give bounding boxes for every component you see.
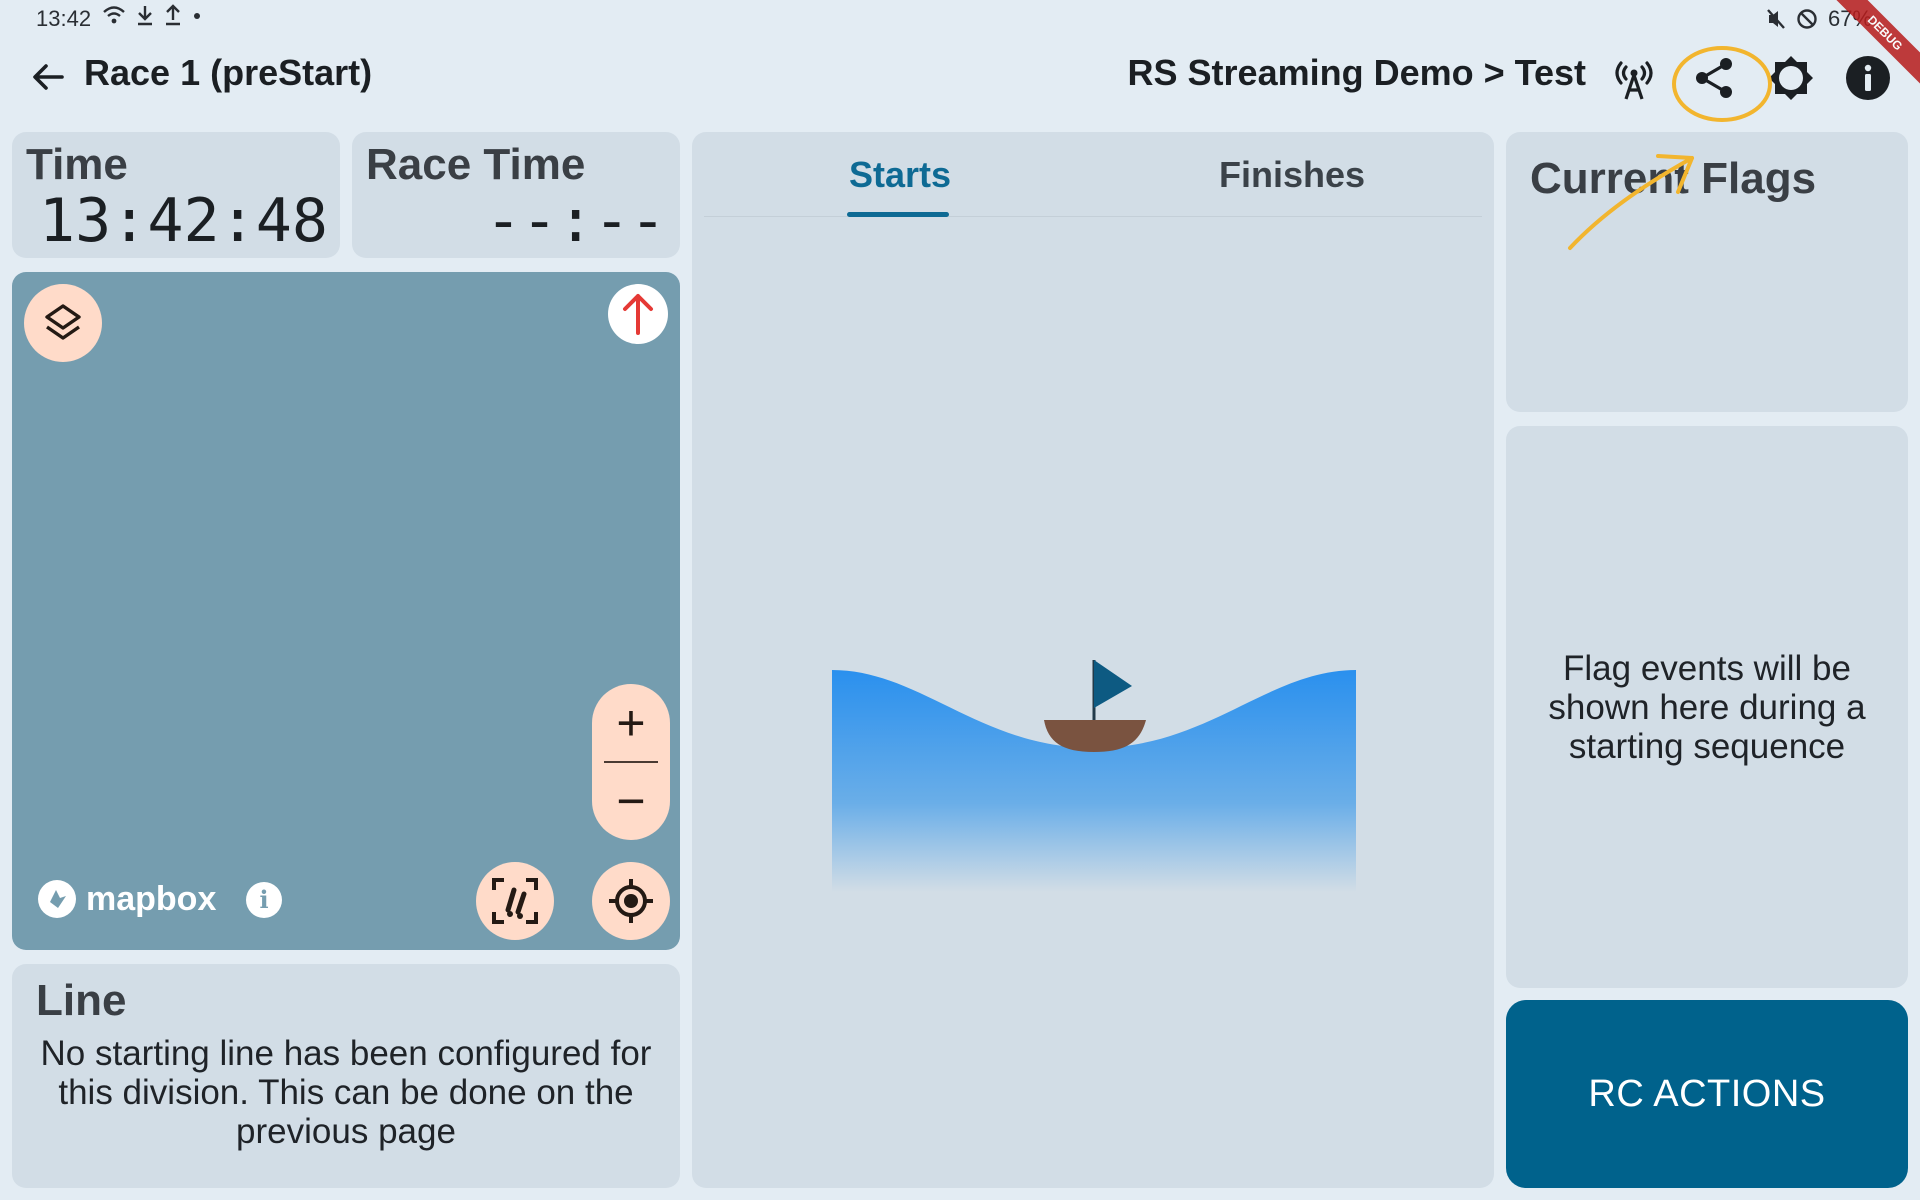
info-icon	[1846, 56, 1890, 100]
tab-divider	[704, 216, 1482, 217]
compass-button[interactable]	[608, 284, 668, 344]
minus-icon: −	[616, 773, 646, 829]
time-card: Time 13:42:48	[12, 132, 340, 258]
do-not-disturb-icon	[1797, 9, 1817, 29]
mapbox-logo: mapbox	[36, 878, 216, 920]
zoom-control: + −	[592, 684, 670, 840]
my-location-button[interactable]	[592, 862, 670, 940]
wifi-icon	[103, 6, 125, 24]
dot-icon	[194, 13, 200, 19]
page-title: Race 1 (preStart)	[84, 52, 373, 93]
download-icon	[138, 6, 152, 26]
map-layers-button[interactable]	[24, 284, 102, 362]
rc-actions-button[interactable]: RC ACTIONS	[1506, 1000, 1908, 1188]
active-tab-indicator	[847, 212, 949, 217]
share-highlight-annotation	[1672, 46, 1772, 122]
tab-finishes[interactable]: Finishes	[1219, 154, 1365, 196]
arrow-annotation	[1568, 154, 1694, 250]
app-bar: Race 1 (preStart) RS Streaming Demo > Te…	[0, 36, 1920, 120]
line-title: Line	[36, 976, 127, 1025]
zoom-out-button[interactable]: −	[592, 762, 670, 840]
race-time-label: Race Time	[366, 140, 586, 189]
mapbox-logo-icon	[38, 880, 76, 918]
my-location-icon	[609, 879, 653, 923]
back-button[interactable]	[28, 56, 70, 98]
gear-icon	[1769, 56, 1813, 100]
current-time: 13:42:48	[39, 186, 328, 256]
streaming-button[interactable]	[1606, 50, 1662, 106]
tab-starts[interactable]: Starts	[849, 154, 951, 196]
fit-boats-icon	[492, 878, 538, 924]
line-message: No starting line has been configured for…	[40, 1034, 652, 1151]
upload-icon	[166, 4, 180, 26]
time-label: Time	[26, 140, 128, 189]
layers-icon	[45, 304, 81, 340]
zoom-in-button[interactable]: +	[592, 684, 670, 762]
line-card: Line No starting line has been configure…	[12, 964, 680, 1188]
status-icons-left	[102, 4, 202, 26]
north-arrow-icon	[623, 294, 653, 335]
current-flags-card: Current Flags	[1506, 132, 1908, 412]
status-bar: 13:42 67%	[0, 0, 1920, 36]
starts-finishes-panel: Starts Finishes	[692, 132, 1494, 1188]
flag-events-card: Flag events will be shown here during a …	[1506, 426, 1908, 988]
race-time-card: Race Time --:--	[352, 132, 680, 258]
boat-on-waves-illustration	[832, 660, 1356, 892]
race-time-value: --:--	[485, 186, 666, 256]
back-arrow-icon	[33, 64, 64, 90]
breadcrumb: RS Streaming Demo > Test	[1127, 52, 1586, 93]
mute-icon	[1767, 9, 1785, 29]
flag-events-empty-message: Flag events will be shown here during a …	[1548, 648, 1866, 766]
map-view[interactable]: + − mapbox i	[12, 272, 680, 950]
attribution-info-button[interactable]: i	[246, 882, 282, 918]
mapbox-wordmark: mapbox	[86, 879, 217, 918]
fit-bounds-button[interactable]	[476, 862, 554, 940]
status-time: 13:42	[36, 6, 92, 31]
info-button[interactable]	[1840, 50, 1896, 106]
broadcast-tower-icon	[1615, 61, 1653, 100]
plus-icon: +	[616, 695, 646, 751]
